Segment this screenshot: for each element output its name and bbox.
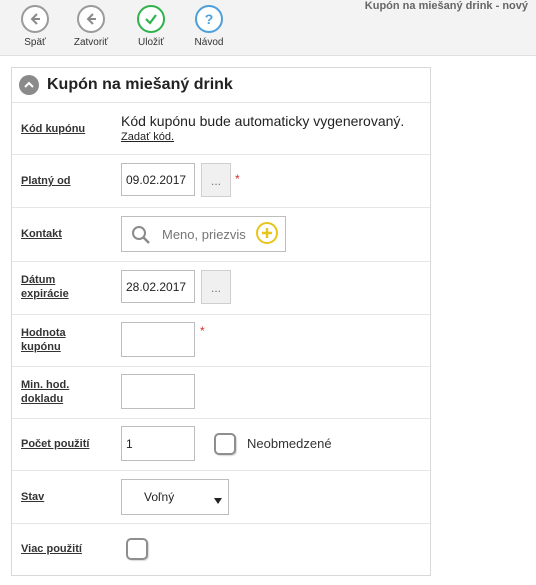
usage-count-label: Počet použití <box>21 438 90 450</box>
window-title: Kupón na miešaný drink - nový <box>364 0 528 12</box>
back-label: Späť <box>24 37 46 48</box>
min-doc-row: Min. hod. dokladu <box>12 367 430 419</box>
panel-header: Kupón na miešaný drink <box>12 68 430 103</box>
multi-use-label: Viac použití <box>21 543 82 555</box>
enter-code-link[interactable]: Zadať kód. <box>121 131 174 143</box>
status-select[interactable]: Voľný <box>121 479 229 515</box>
search-icon <box>131 225 151 248</box>
arrow-left-icon <box>77 5 105 33</box>
coupon-value-label-line2: kupónu <box>21 341 61 353</box>
arrow-left-icon <box>21 5 49 33</box>
valid-from-picker-button[interactable]: ... <box>201 163 231 197</box>
contact-row: Kontakt <box>12 208 430 262</box>
min-doc-label-line1: Min. hod. <box>21 379 70 391</box>
multi-use-checkbox[interactable] <box>126 538 148 560</box>
checkmark-icon <box>137 5 165 33</box>
valid-from-input[interactable]: 09.02.2017 <box>121 163 195 196</box>
unlimited-checkbox[interactable] <box>214 433 236 455</box>
save-button[interactable]: Uložiť <box>126 5 176 48</box>
min-doc-label-line2: dokladu <box>21 393 64 405</box>
required-marker: * <box>235 172 240 186</box>
expiry-row: Dátum expirácie 28.02.2017 ... <box>12 262 430 315</box>
contact-search-input[interactable] <box>162 225 246 243</box>
chevron-down-icon <box>214 493 222 507</box>
coupon-panel: Kupón na miešaný drink Kód kupónu Kód ku… <box>11 67 431 576</box>
contact-field[interactable] <box>121 216 286 252</box>
expiry-picker-button[interactable]: ... <box>201 270 231 304</box>
toolbar: Späť Zatvoriť Uložiť ? Návod Kupón na mi… <box>0 0 536 56</box>
collapse-icon[interactable] <box>19 75 39 95</box>
coupon-code-label: Kód kupónu <box>21 123 86 135</box>
close-button[interactable]: Zatvoriť <box>66 5 116 48</box>
valid-from-row: Platný od 09.02.2017 ... * <box>12 155 430 208</box>
close-label: Zatvoriť <box>73 37 109 48</box>
help-label: Návod <box>194 37 224 48</box>
coupon-code-info: Kód kupónu bude automaticky vygenerovaný… <box>121 113 405 129</box>
coupon-value-label-line1: Hodnota <box>21 327 66 339</box>
unlimited-label: Neobmedzené <box>247 436 332 451</box>
panel-title: Kupón na miešaný drink <box>47 76 233 93</box>
expiry-label-line1: Dátum <box>21 274 56 286</box>
status-selected-value: Voľný <box>144 490 175 504</box>
required-marker: * <box>200 324 205 338</box>
min-doc-value-input[interactable] <box>121 374 195 409</box>
status-row: Stav Voľný <box>12 471 430 524</box>
coupon-value-row: Hodnota kupónu * <box>12 315 430 367</box>
help-button[interactable]: ? Návod <box>184 5 234 48</box>
valid-from-label: Platný od <box>21 175 71 187</box>
expiry-date-input[interactable]: 28.02.2017 <box>121 270 195 303</box>
question-icon: ? <box>195 5 223 33</box>
coupon-value-input[interactable] <box>121 322 195 357</box>
multi-use-row: Viac použití <box>12 524 430 575</box>
usage-count-row: Počet použití 1 Neobmedzené <box>12 419 430 471</box>
back-button[interactable]: Späť <box>10 5 60 48</box>
usage-count-input[interactable]: 1 <box>121 426 195 461</box>
save-label: Uložiť <box>138 37 164 48</box>
status-label: Stav <box>21 491 45 503</box>
expiry-label-line2: expirácie <box>21 288 69 300</box>
add-contact-icon[interactable] <box>256 222 278 244</box>
coupon-code-row: Kód kupónu Kód kupónu bude automaticky v… <box>12 103 430 155</box>
contact-label: Kontakt <box>21 228 62 240</box>
